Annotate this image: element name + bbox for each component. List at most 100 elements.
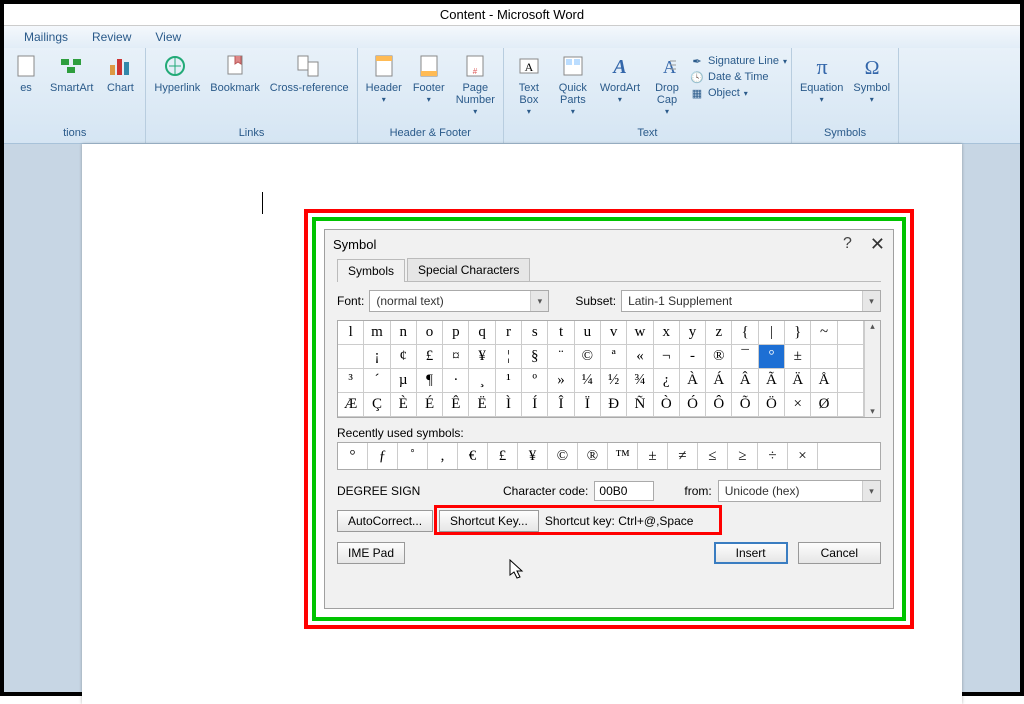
font-dropdown[interactable]: (normal text)▾ [369, 290, 549, 312]
char-cell[interactable]: £ [417, 345, 443, 369]
char-cell[interactable]: Ö [759, 393, 785, 417]
char-cell[interactable]: l [338, 321, 364, 345]
char-cell[interactable]: Ð [601, 393, 627, 417]
ribbon-object[interactable]: ▦Object ▾ [690, 86, 787, 100]
scroll-up-icon[interactable]: ▴ [870, 321, 875, 332]
char-cell[interactable]: Â [732, 369, 758, 393]
ribbon-es[interactable]: es [8, 50, 44, 96]
char-cell[interactable]: Í [522, 393, 548, 417]
menu-mailings[interactable]: Mailings [24, 30, 68, 44]
char-cell[interactable]: y [680, 321, 706, 345]
char-cell[interactable]: Ë [469, 393, 495, 417]
char-cell[interactable]: È [391, 393, 417, 417]
char-cell[interactable]: p [443, 321, 469, 345]
char-cell[interactable]: ¡ [364, 345, 390, 369]
ribbon-datetime[interactable]: 🕓Date & Time [690, 70, 787, 84]
char-cell[interactable]: Ê [443, 393, 469, 417]
char-cell[interactable]: ³ [338, 369, 364, 393]
imepad-button[interactable]: IME Pad [337, 542, 405, 564]
char-cell[interactable]: Ì [496, 393, 522, 417]
ribbon-crossref[interactable]: Cross-reference [266, 50, 353, 96]
tab-symbols[interactable]: Symbols [337, 259, 405, 282]
recent-cell[interactable]: ≠ [668, 443, 698, 469]
ribbon-chart[interactable]: Chart [99, 50, 141, 96]
char-cell[interactable]: ´ [364, 369, 390, 393]
ribbon-textbox[interactable]: AText Box▾ [508, 50, 550, 120]
char-cell[interactable] [838, 345, 864, 369]
char-cell[interactable]: É [417, 393, 443, 417]
autocorrect-button[interactable]: AutoCorrect... [337, 510, 433, 532]
recent-cell[interactable]: ÷ [758, 443, 788, 469]
recent-cell[interactable]: ≥ [728, 443, 758, 469]
char-cell[interactable]: | [759, 321, 785, 345]
char-cell[interactable]: ® [706, 345, 732, 369]
ribbon-signature[interactable]: ✒Signature Line ▾ [690, 54, 787, 68]
char-cell[interactable] [838, 369, 864, 393]
ribbon-bookmark[interactable]: Bookmark [206, 50, 264, 96]
ribbon-pagenumber[interactable]: #Page Number▾ [452, 50, 499, 120]
cancel-button[interactable]: Cancel [798, 542, 881, 564]
recent-cell[interactable]: ° [338, 443, 368, 469]
insert-button[interactable]: Insert [714, 542, 788, 564]
char-cell[interactable]: ~ [811, 321, 837, 345]
scroll-down-icon[interactable]: ▾ [870, 406, 875, 417]
char-cell[interactable]: ª [601, 345, 627, 369]
char-cell[interactable]: § [522, 345, 548, 369]
subset-dropdown[interactable]: Latin-1 Supplement▾ [621, 290, 881, 312]
recent-cell[interactable]: ± [638, 443, 668, 469]
char-cell[interactable]: - [680, 345, 706, 369]
ribbon-hyperlink[interactable]: Hyperlink [150, 50, 204, 96]
char-cell[interactable]: Ó [680, 393, 706, 417]
ribbon-symbol[interactable]: ΩSymbol▾ [849, 50, 894, 108]
recent-cell[interactable]: ƒ [368, 443, 398, 469]
char-cell[interactable]: Ã [759, 369, 785, 393]
recent-symbols[interactable]: °ƒ˚,€£¥©®™±≠≤≥÷× [337, 442, 881, 470]
character-grid[interactable]: lmnopqrstuvwxyz{|}~¡¢£¤¥¦§¨©ª«¬-®¯°±³´µ¶… [338, 321, 864, 417]
menu-view[interactable]: View [155, 30, 181, 44]
char-cell[interactable]: Ø [811, 393, 837, 417]
char-cell[interactable] [811, 345, 837, 369]
char-cell[interactable]: ¯ [732, 345, 758, 369]
char-cell[interactable]: · [443, 369, 469, 393]
char-cell[interactable]: Ï [575, 393, 601, 417]
recent-cell[interactable]: € [458, 443, 488, 469]
char-cell[interactable]: © [575, 345, 601, 369]
tab-special-characters[interactable]: Special Characters [407, 258, 530, 281]
char-cell[interactable]: ¾ [627, 369, 653, 393]
recent-cell[interactable]: ® [578, 443, 608, 469]
char-cell[interactable]: ¼ [575, 369, 601, 393]
char-cell[interactable]: Ô [706, 393, 732, 417]
char-cell[interactable]: m [364, 321, 390, 345]
ribbon-quickparts[interactable]: Quick Parts▾ [552, 50, 594, 120]
char-cell[interactable]: ¸ [469, 369, 495, 393]
char-cell[interactable]: s [522, 321, 548, 345]
char-cell[interactable]: ¦ [496, 345, 522, 369]
char-cell[interactable]: ½ [601, 369, 627, 393]
recent-cell[interactable]: ¥ [518, 443, 548, 469]
ribbon-dropcap[interactable]: ADrop Cap▾ [646, 50, 688, 120]
char-cell[interactable]: ¥ [469, 345, 495, 369]
char-cell[interactable]: ° [759, 345, 785, 369]
char-cell[interactable]: ¤ [443, 345, 469, 369]
shortcutkey-button[interactable]: Shortcut Key... [439, 510, 539, 532]
char-cell[interactable]: » [548, 369, 574, 393]
char-cell[interactable]: ± [785, 345, 811, 369]
char-cell[interactable]: Æ [338, 393, 364, 417]
char-cell[interactable]: × [785, 393, 811, 417]
char-cell[interactable]: v [601, 321, 627, 345]
ribbon-header[interactable]: Header▾ [362, 50, 406, 108]
char-cell[interactable]: ¬ [654, 345, 680, 369]
char-cell[interactable]: q [469, 321, 495, 345]
charcode-input[interactable] [594, 481, 654, 501]
recent-cell[interactable]: ˚ [398, 443, 428, 469]
char-cell[interactable]: º [522, 369, 548, 393]
char-cell[interactable]: } [785, 321, 811, 345]
char-cell[interactable]: w [627, 321, 653, 345]
page[interactable]: Symbol ? ✕ Symbols Special Characters Fo… [82, 144, 962, 704]
char-cell[interactable]: Î [548, 393, 574, 417]
char-cell[interactable]: Ç [364, 393, 390, 417]
recent-cell[interactable]: , [428, 443, 458, 469]
char-cell[interactable]: Ñ [627, 393, 653, 417]
recent-cell[interactable]: © [548, 443, 578, 469]
grid-scrollbar[interactable]: ▴▾ [864, 321, 880, 417]
